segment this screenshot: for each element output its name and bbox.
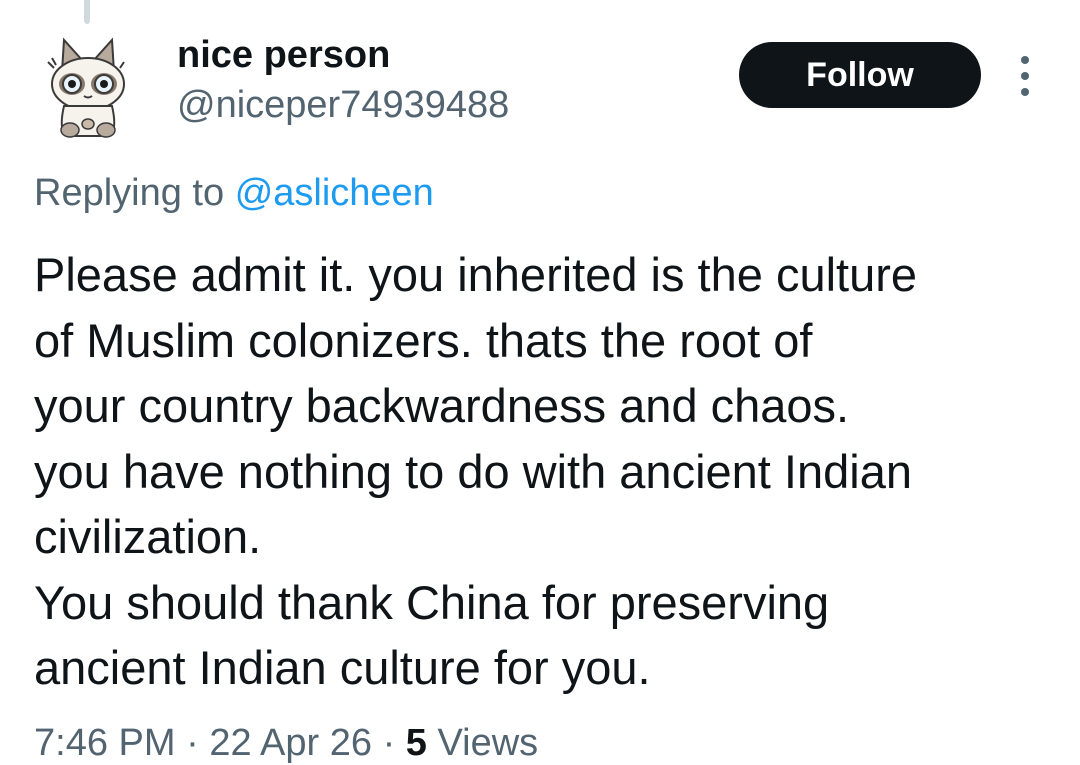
reply-mention-link[interactable]: @aslicheen [235,172,434,214]
thread-connector-line [84,0,90,24]
tweet-text-line: your country backwardness and chaos. [34,379,850,432]
replying-to-line: Replying to @aslicheen [34,172,434,215]
views-label[interactable]: Views [437,722,538,764]
follow-button[interactable]: Follow [739,42,981,108]
tweet-meta: 7:46 PM · 22 Apr 26 · 5 Views [34,722,538,765]
tweet-text-line: ancient Indian culture for you. [34,641,651,694]
cartoon-cat-avatar-icon [47,37,125,138]
user-handle[interactable]: @niceper74939488 [177,84,509,127]
user-display-name[interactable]: nice person [177,34,390,77]
meta-separator: · [382,722,396,764]
more-options-button[interactable] [1008,56,1042,96]
more-vertical-icon [1021,56,1029,64]
meta-separator: · [186,722,199,764]
tweet-text-line: of Muslim colonizers. thats the root of [34,313,813,367]
tweet-text-line: civilization. [34,510,262,563]
more-vertical-icon-dot [1021,88,1029,96]
tweet-text: Please admit it. you inherited is the cu… [34,242,1044,701]
tweet-text-line: You should thank China for preserving [34,575,830,629]
tweet-date[interactable]: 22 Apr 26 [209,722,372,764]
avatar[interactable] [40,32,136,142]
replying-to-label: Replying to [34,172,225,214]
more-vertical-icon-dot [1021,72,1029,80]
views-count[interactable]: 5 [406,722,427,764]
tweet-time[interactable]: 7:46 PM [34,722,176,764]
tweet-text-line: you have nothing to do with ancient Indi… [34,444,912,498]
tweet-text-line: Please admit it. you inherited is the cu… [34,248,918,301]
